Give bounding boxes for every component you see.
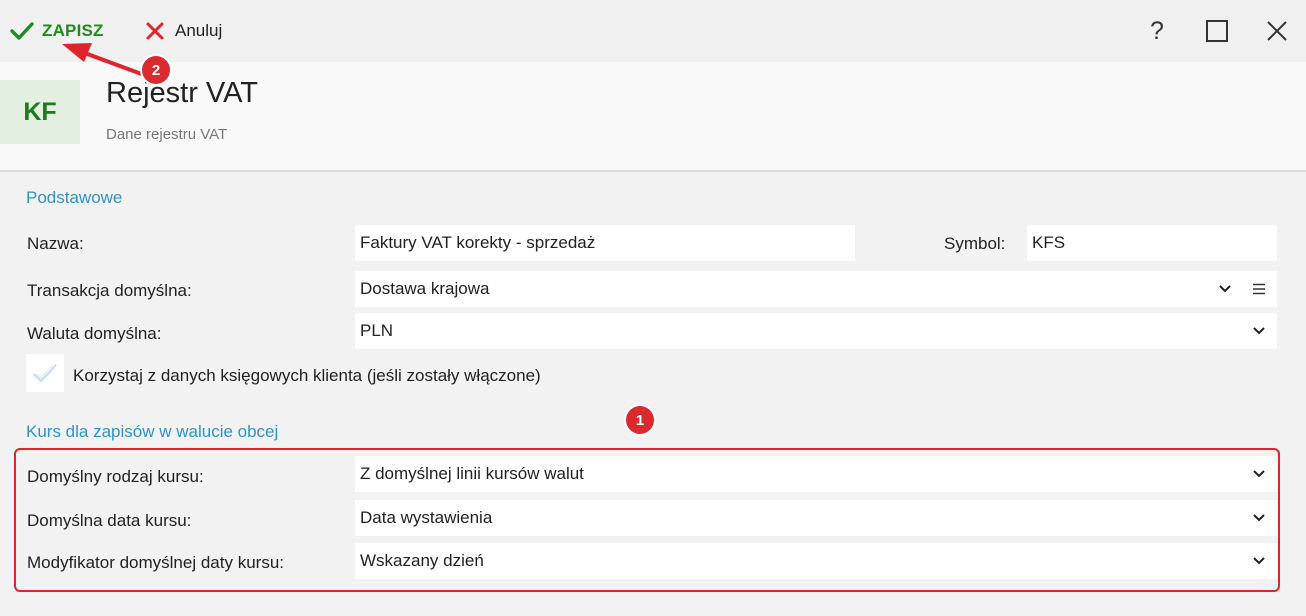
menu-icon[interactable] xyxy=(1253,283,1265,295)
close-icon xyxy=(1267,21,1287,41)
name-field-value: Faktury VAT korekty - sprzedaż xyxy=(360,233,596,252)
currency-label: Waluta domyślna: xyxy=(27,324,162,343)
symbol-field-value: KFS xyxy=(1032,233,1066,252)
symbol-field[interactable]: KFS xyxy=(1027,225,1277,261)
help-icon: ? xyxy=(1150,16,1164,45)
page-subtitle: Dane rejestru VAT xyxy=(106,126,228,143)
accounting-data-checkbox[interactable] xyxy=(26,354,64,392)
maximize-button[interactable] xyxy=(1202,14,1232,48)
help-button[interactable]: ? xyxy=(1142,14,1172,48)
close-button[interactable] xyxy=(1262,14,1292,48)
accounting-data-checkbox-label: Korzystaj z danych księgowych klienta (j… xyxy=(73,366,541,385)
symbol-label: Symbol: xyxy=(944,234,1006,253)
transaction-select-value: Dostawa krajowa xyxy=(360,279,490,298)
section-title-basic: Podstawowe xyxy=(26,188,123,207)
currency-select[interactable]: PLN xyxy=(355,313,1277,349)
currency-select-value: PLN xyxy=(360,321,394,340)
chevron-down-icon xyxy=(1253,327,1265,335)
chevron-down-icon[interactable] xyxy=(1219,285,1231,293)
arrow-annotation xyxy=(62,43,160,82)
maximize-icon xyxy=(1206,20,1228,42)
transaction-label: Transakcja domyślna: xyxy=(27,281,192,300)
annotation-badge-1: 1 xyxy=(626,406,654,434)
checkbox-check-icon xyxy=(33,364,57,383)
annotation-badge-2: 2 xyxy=(142,56,170,84)
transaction-select[interactable]: Dostawa krajowa xyxy=(355,271,1277,307)
name-label: Nazwa: xyxy=(27,234,84,253)
section-title-rate: Kurs dla zapisów w walucie obcej xyxy=(26,422,279,441)
annotation-highlight-box xyxy=(14,448,1280,592)
name-field[interactable]: Faktury VAT korekty - sprzedaż xyxy=(355,225,855,261)
